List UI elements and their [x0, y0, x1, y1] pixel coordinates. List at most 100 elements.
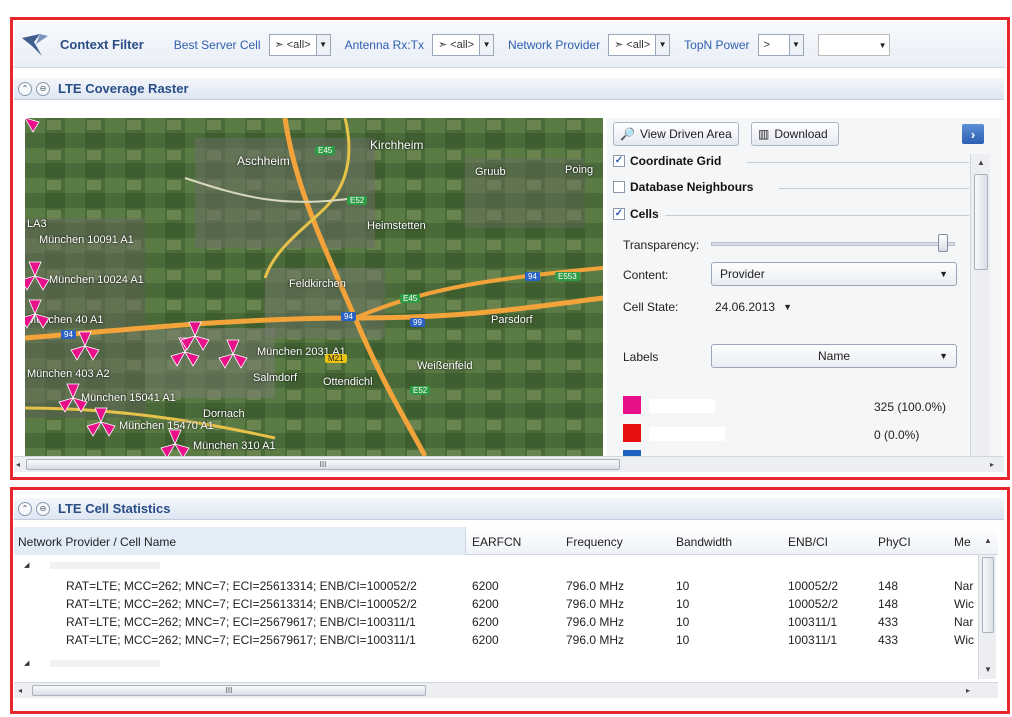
- map-place-label: Heimstetten: [367, 220, 426, 232]
- scrollbar-thumb[interactable]: [982, 557, 994, 633]
- download-button[interactable]: ▥ Download: [751, 122, 839, 146]
- filter-combo-network-provider[interactable]: ➣ <all> ▼: [608, 33, 671, 56]
- column-header-enbci[interactable]: ENB/CI: [788, 535, 828, 549]
- filter-icon: ➣: [274, 39, 284, 51]
- section-divider: [747, 162, 969, 163]
- filter-combo-best-server[interactable]: ➣ <all> ▼: [268, 33, 331, 56]
- cell-me: Nar: [954, 615, 974, 629]
- scrollbar-thumb[interactable]: III: [32, 685, 426, 696]
- table-row[interactable]: RAT=LTE; MCC=262; MNC=7; ECI=25679617; E…: [14, 613, 974, 631]
- column-header-me[interactable]: Me: [954, 535, 971, 549]
- map-cell-label: München 10091 A1: [39, 234, 134, 246]
- road-badge: E52: [410, 386, 431, 395]
- map-cell-label: München 15041 A1: [81, 392, 176, 404]
- transparency-slider-thumb[interactable]: [937, 234, 948, 252]
- expand-triangle-icon[interactable]: ◢: [24, 561, 29, 569]
- road-badge: 94: [61, 330, 76, 339]
- filter-value: <all>: [450, 38, 475, 51]
- cell-state-date-picker[interactable]: 24.06.2013 ▼: [711, 296, 807, 318]
- section-cells[interactable]: ✓ Cells: [613, 207, 659, 221]
- cell-phyci: 433: [878, 633, 899, 647]
- map-cell-label: München 10024 A1: [49, 274, 144, 286]
- cell-name: RAT=LTE; MCC=262; MNC=7; ECI=25679617; E…: [66, 615, 416, 629]
- content-label: Content:: [623, 268, 669, 282]
- scrollbar-thumb[interactable]: [974, 174, 988, 270]
- column-header-earfcn[interactable]: EARFCN: [472, 535, 521, 549]
- road-badge: 94: [525, 272, 540, 281]
- coverage-settings-panel: 🔎 View Driven Area ▥ Download › ✓ Coordi…: [607, 118, 1002, 456]
- scroll-left-icon[interactable]: ◂: [18, 686, 22, 695]
- cell-frequency: 796.0 MHz: [566, 579, 625, 593]
- section-label: Cells: [630, 207, 659, 221]
- expand-triangle-icon[interactable]: ◢: [24, 659, 29, 667]
- context-filter-title: Context Filter: [60, 37, 144, 52]
- road-badge: 94: [341, 312, 356, 321]
- topn-power-input[interactable]: ▼: [817, 33, 890, 56]
- pin-icon[interactable]: ⊖: [36, 81, 50, 96]
- scroll-right-icon[interactable]: ▸: [966, 686, 970, 695]
- map-place-label: Gruub: [475, 166, 506, 178]
- table-row[interactable]: RAT=LTE; MCC=262; MNC=7; ECI=25613314; E…: [14, 595, 974, 613]
- chevron-down-icon[interactable]: ▼: [879, 41, 887, 50]
- table-horizontal-scrollbar[interactable]: ◂ III ▸: [14, 682, 998, 698]
- column-header-frequency[interactable]: Frequency: [566, 535, 623, 549]
- coverage-panel-header: ⌃ ⊖ LTE Coverage Raster: [14, 78, 1004, 100]
- checkbox-checked-icon[interactable]: ✓: [613, 155, 625, 167]
- road-badge: E45: [400, 294, 421, 303]
- table-vertical-scrollbar[interactable]: ▼: [978, 555, 996, 679]
- cell-earfcn: 6200: [472, 579, 499, 593]
- filter-operator-combo[interactable]: > ▼: [757, 33, 804, 56]
- coverage-map[interactable]: Aschheim Kirchheim Heimstetten Feldkirch…: [25, 118, 603, 456]
- map-place-label: Parsdorf: [491, 314, 533, 326]
- transparency-slider[interactable]: [711, 242, 955, 246]
- operator-value: >: [763, 38, 770, 51]
- map-place-label: Ottendichl: [323, 376, 373, 388]
- scroll-up-icon[interactable]: ▲: [984, 536, 992, 545]
- statistics-panel-header: ⌃ ⊖ LTE Cell Statistics: [14, 498, 1004, 520]
- scroll-left-icon[interactable]: ◂: [16, 460, 20, 469]
- view-driven-area-button[interactable]: 🔎 View Driven Area: [613, 122, 739, 146]
- column-header-bandwidth[interactable]: Bandwidth: [676, 535, 732, 549]
- checkbox-checked-icon[interactable]: ✓: [613, 208, 625, 220]
- cell-me: Wic: [954, 597, 974, 611]
- chevron-down-icon[interactable]: ▼: [315, 34, 330, 55]
- table-row[interactable]: RAT=LTE; MCC=262; MNC=7; ECI=25613314; E…: [14, 577, 974, 595]
- legend-value: 0 (0.0%): [874, 428, 920, 442]
- scroll-down-icon[interactable]: ▼: [984, 665, 992, 674]
- pin-icon[interactable]: ⊖: [36, 501, 50, 516]
- collapse-icon[interactable]: ⌃: [18, 81, 32, 96]
- filter-label-network-provider: Network Provider: [508, 37, 601, 52]
- chevron-down-icon[interactable]: ▼: [655, 34, 670, 55]
- chevron-down-icon[interactable]: ▼: [479, 34, 494, 55]
- chevron-right-icon[interactable]: ›: [962, 124, 984, 144]
- checkbox-unchecked-icon[interactable]: [613, 181, 625, 193]
- table-group-row[interactable]: ◢: [14, 655, 974, 673]
- content-select[interactable]: Provider ▼: [711, 262, 957, 286]
- labels-select[interactable]: Name ▼: [711, 344, 957, 368]
- section-divider: [665, 215, 969, 216]
- column-header-phyci[interactable]: PhyCI: [878, 535, 911, 549]
- scroll-right-icon[interactable]: ▸: [990, 460, 994, 469]
- road-badge: E45: [315, 146, 336, 155]
- filter-label-antenna: Antenna Rx:Tx: [344, 37, 424, 52]
- collapse-icon[interactable]: ⌃: [18, 501, 32, 516]
- cell-frequency: 796.0 MHz: [566, 615, 625, 629]
- section-coordinate-grid[interactable]: ✓ Coordinate Grid: [613, 154, 721, 168]
- cell-earfcn: 6200: [472, 615, 499, 629]
- table-row[interactable]: RAT=LTE; MCC=262; MNC=7; ECI=25679617; E…: [14, 631, 974, 649]
- coverage-horizontal-scrollbar[interactable]: ◂ III ▸: [14, 456, 1004, 472]
- table-group-row[interactable]: ◢: [14, 557, 974, 575]
- settings-vertical-scrollbar[interactable]: ▲: [970, 154, 990, 456]
- cell-name: RAT=LTE; MCC=262; MNC=7; ECI=25613314; E…: [66, 597, 417, 611]
- column-header-name[interactable]: Network Provider / Cell Name: [14, 527, 466, 555]
- scrollbar-thumb[interactable]: III: [26, 459, 620, 470]
- road-badge: E553: [555, 272, 580, 281]
- scroll-up-icon[interactable]: ▲: [977, 158, 985, 167]
- cell-bandwidth: 10: [676, 615, 690, 629]
- chevron-down-icon: ▼: [783, 302, 792, 312]
- chevron-down-icon[interactable]: ▼: [788, 34, 803, 55]
- filter-combo-antenna[interactable]: ➣ <all> ▼: [431, 33, 495, 56]
- filter-icon: ➣: [614, 39, 624, 51]
- map-cell-label: München 15470 A1: [119, 420, 214, 432]
- section-database-neighbours[interactable]: Database Neighbours: [613, 180, 753, 194]
